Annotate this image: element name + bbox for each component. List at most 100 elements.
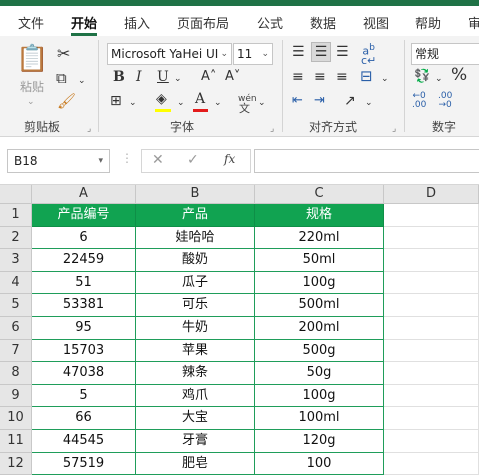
paste-button[interactable]: 粘贴: [20, 79, 44, 95]
table-cell[interactable]: [384, 226, 479, 250]
phonetic-dropdown-icon[interactable]: ⌄: [258, 95, 266, 111]
table-header-cell[interactable]: 产品编号: [32, 204, 136, 227]
align-center-icon[interactable]: ≡: [314, 69, 326, 85]
align-bottom-icon[interactable]: ☰: [336, 44, 349, 60]
wrap-orientation-icon[interactable]: ab c↵: [361, 43, 376, 66]
formula-input[interactable]: [254, 149, 479, 173]
decrease-indent-icon[interactable]: ⇤: [292, 93, 303, 109]
table-cell[interactable]: 200ml: [255, 317, 384, 340]
tab-data[interactable]: 数据: [310, 13, 336, 32]
table-cell[interactable]: [384, 452, 479, 475]
table-cell[interactable]: 可乐: [136, 294, 255, 317]
underline-dropdown-icon[interactable]: ⌄: [174, 71, 182, 87]
table-cell[interactable]: 100: [255, 452, 384, 475]
table-cell[interactable]: 6: [32, 226, 136, 250]
table-cell[interactable]: [384, 430, 479, 453]
border-dropdown-icon[interactable]: ⌄: [129, 95, 137, 111]
table-cell[interactable]: [384, 362, 479, 385]
fill-dropdown-icon[interactable]: ⌄: [177, 95, 185, 111]
cancel-icon[interactable]: ✕: [152, 152, 164, 168]
orientation-dropdown-icon[interactable]: ⌄: [365, 95, 373, 111]
table-cell[interactable]: 100g: [255, 271, 384, 295]
row-header[interactable]: 8: [0, 362, 32, 385]
merge-center-icon[interactable]: ⊟: [360, 68, 373, 84]
select-all-corner[interactable]: [0, 185, 32, 204]
decrease-decimal-icon[interactable]: .00 →0: [438, 92, 452, 110]
alignment-launcher-icon[interactable]: ⌟: [392, 124, 396, 134]
clipboard-launcher-icon[interactable]: ⌟: [87, 124, 91, 134]
table-cell[interactable]: 47038: [32, 362, 136, 385]
font-size-combo[interactable]: 11 ⌄: [233, 43, 273, 65]
table-cell[interactable]: [384, 317, 479, 340]
tab-formulas[interactable]: 公式: [257, 13, 283, 32]
table-cell[interactable]: 牙膏: [136, 430, 255, 453]
table-header-cell[interactable]: 规格: [255, 204, 384, 227]
row-header[interactable]: 11: [0, 430, 32, 453]
row-header[interactable]: 1: [0, 204, 32, 227]
table-cell[interactable]: 500g: [255, 339, 384, 363]
row-header[interactable]: 9: [0, 384, 32, 408]
tab-insert[interactable]: 插入: [124, 13, 150, 32]
font-launcher-icon[interactable]: ⌟: [270, 124, 274, 134]
row-header[interactable]: 2: [0, 226, 32, 250]
tab-review[interactable]: 审: [468, 13, 479, 32]
table-cell[interactable]: 50g: [255, 362, 384, 385]
tab-page-layout[interactable]: 页面布局: [177, 13, 229, 32]
currency-dropdown-icon[interactable]: ⌄: [435, 71, 443, 87]
table-cell[interactable]: 100g: [255, 384, 384, 408]
table-cell[interactable]: 15703: [32, 339, 136, 363]
table-cell[interactable]: 辣条: [136, 362, 255, 385]
merge-dropdown-icon[interactable]: ⌄: [381, 71, 389, 87]
row-header[interactable]: 5: [0, 294, 32, 317]
row-header[interactable]: 7: [0, 339, 32, 363]
table-header-cell[interactable]: 产品: [136, 204, 255, 227]
table-cell[interactable]: 95: [32, 317, 136, 340]
copy-icon[interactable]: ⧉: [56, 70, 67, 86]
font-color-icon[interactable]: A: [195, 91, 205, 107]
table-cell[interactable]: 53381: [32, 294, 136, 317]
table-cell[interactable]: 酸奶: [136, 249, 255, 272]
table-cell[interactable]: [384, 249, 479, 272]
bold-button[interactable]: B: [113, 69, 125, 85]
table-cell[interactable]: 5: [32, 384, 136, 408]
font-name-combo[interactable]: Microsoft YaHei UI ⌄: [107, 43, 232, 65]
paste-icon[interactable]: 📋: [16, 44, 48, 74]
table-header-cell[interactable]: [384, 204, 479, 227]
align-right-icon[interactable]: ≡: [336, 69, 348, 85]
table-cell[interactable]: 大宝: [136, 407, 255, 430]
align-top-icon[interactable]: ☰: [292, 44, 305, 60]
column-header-a[interactable]: A: [32, 185, 136, 204]
align-left-icon[interactable]: ≡: [292, 69, 304, 85]
table-cell[interactable]: 瓜子: [136, 271, 255, 295]
tab-view[interactable]: 视图: [363, 13, 389, 32]
increase-indent-icon[interactable]: ⇥: [314, 93, 325, 109]
column-header-d[interactable]: D: [384, 185, 479, 204]
cut-icon[interactable]: ✂: [57, 46, 70, 62]
tab-home[interactable]: 开始: [71, 13, 97, 32]
table-cell[interactable]: 苹果: [136, 339, 255, 363]
table-cell[interactable]: [384, 294, 479, 317]
percent-style-button[interactable]: %: [451, 67, 467, 84]
fill-color-icon[interactable]: ◈: [156, 91, 167, 107]
table-cell[interactable]: 鸡爪: [136, 384, 255, 408]
insert-function-icon[interactable]: fx: [224, 152, 235, 166]
increase-decimal-icon[interactable]: ←0.00: [412, 92, 426, 110]
table-cell[interactable]: 57519: [32, 452, 136, 475]
table-cell[interactable]: 66: [32, 407, 136, 430]
table-cell[interactable]: 娃哈哈: [136, 226, 255, 250]
copy-dropdown-icon[interactable]: ⌄: [78, 73, 86, 89]
currency-format-icon[interactable]: 💱: [414, 69, 430, 85]
row-header[interactable]: 3: [0, 249, 32, 272]
table-cell[interactable]: [384, 384, 479, 408]
border-icon[interactable]: ⊞: [110, 93, 122, 109]
table-cell[interactable]: [384, 407, 479, 430]
table-cell[interactable]: 120g: [255, 430, 384, 453]
table-cell[interactable]: 50ml: [255, 249, 384, 272]
table-cell[interactable]: 100ml: [255, 407, 384, 430]
row-header[interactable]: 6: [0, 317, 32, 340]
table-cell[interactable]: 肥皂: [136, 452, 255, 475]
paste-dropdown-icon[interactable]: ⌄: [27, 94, 35, 110]
underline-button[interactable]: U: [157, 69, 169, 85]
shrink-font-button[interactable]: A˅: [225, 69, 240, 85]
confirm-icon[interactable]: ✓: [187, 152, 199, 168]
